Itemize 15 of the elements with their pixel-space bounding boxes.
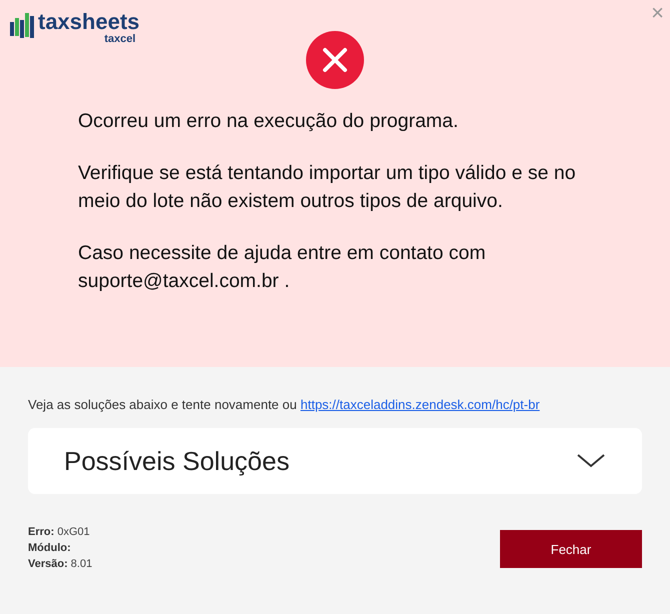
logo-name: taxsheets (38, 10, 140, 34)
solutions-accordion[interactable]: Possíveis Soluções (28, 428, 642, 494)
error-message: Caso necessite de ajuda entre em contato com suporte@taxcel.com.br . (78, 241, 487, 294)
error-detail: Versão: 8.01 (28, 558, 92, 570)
chevron-icon (576, 453, 606, 469)
error-message: Ocorreu um erro na execução do programa. (78, 109, 460, 134)
bar-chart-logo-icon (10, 10, 34, 40)
error-message: Verifique se está tentando importar um tipo válido e se no meio do lote não existem outros tipos de arquivo. (78, 161, 577, 214)
close-dialog-button[interactable]: Fechar (500, 530, 642, 568)
help-link[interactable]: https://taxceladdins.zendesk.com/hc/pt-br (300, 397, 540, 412)
error-detail: Módulo: (28, 542, 72, 554)
error-detail: Erro: 0xG01 (28, 526, 91, 538)
help-text: Veja as soluções abaixo e tente novamente ou https://taxceladdins.zendesk.com/hc/pt-br (28, 397, 541, 412)
error-icon (306, 31, 364, 89)
logo-subtitle: taxcel (104, 34, 136, 45)
